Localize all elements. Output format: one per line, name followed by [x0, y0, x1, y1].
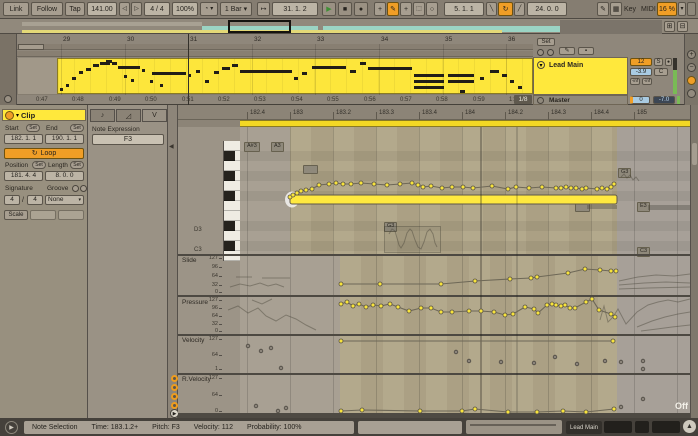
- status-track-name: Lead Main: [566, 421, 602, 434]
- selection-mode: Note Selection: [32, 424, 78, 431]
- black-key[interactable]: [224, 241, 235, 251]
- notification-bell-icon[interactable]: ▲: [683, 420, 696, 433]
- triangle-icon: ▶: [9, 424, 14, 431]
- status-empty-field: [358, 421, 462, 434]
- midi-in-meter: [604, 421, 632, 433]
- preview-button[interactable]: ▶: [5, 421, 18, 434]
- black-key[interactable]: [224, 171, 235, 181]
- black-key[interactable]: [224, 221, 235, 231]
- status-info-box: [466, 420, 562, 434]
- status-bar: ▶ Note Selection Time: 183.1.2+ Pitch: F…: [0, 0, 698, 436]
- black-key[interactable]: [224, 191, 235, 201]
- ableton-live-window: Link Follow Tap 141.00 ◁ ▷ 4 / 4 100% ◔▾…: [0, 0, 698, 436]
- selection-probability: Probability: 100%: [247, 424, 301, 431]
- selection-info-bar: Note Selection Time: 183.1.2+ Pitch: F3 …: [24, 421, 354, 434]
- selection-pitch: Pitch: F3: [152, 424, 180, 431]
- midi-thru-meter: [635, 421, 649, 433]
- black-key[interactable]: [224, 151, 235, 161]
- bell-glyph: ▲: [686, 423, 693, 430]
- selection-time: Time: 183.1.2+: [92, 424, 139, 431]
- selection-velocity: Velocity: 112: [194, 424, 233, 431]
- midi-out-meter: [652, 421, 680, 433]
